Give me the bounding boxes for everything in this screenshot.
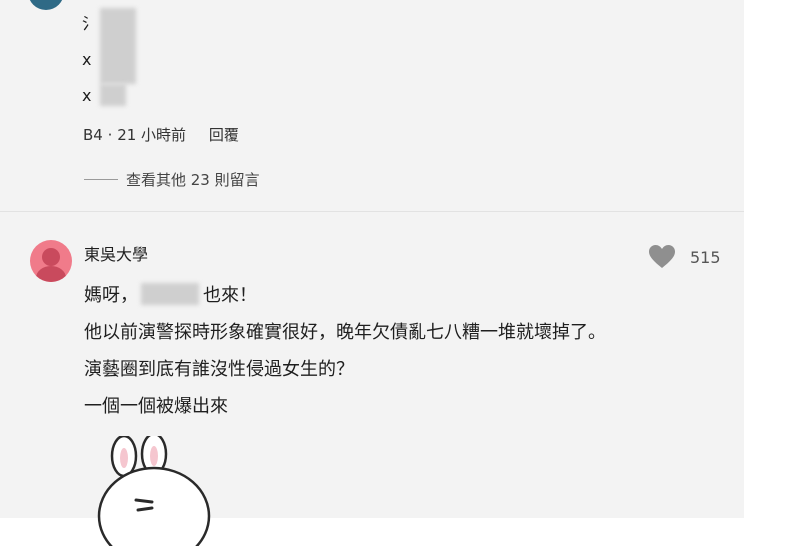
comment-line-2: 他以前演警探時形象確實很好，晚年欠債亂七八糟一堆就壞掉了。 xyxy=(84,322,606,343)
divider-dash xyxy=(84,179,118,180)
divider xyxy=(0,211,744,212)
previous-avatar xyxy=(28,0,64,10)
previous-comment-text: x xyxy=(82,50,92,69)
bunny-sticker xyxy=(97,436,211,546)
window-margin xyxy=(744,0,800,518)
previous-comment-line: 氵 xyxy=(82,10,98,34)
previous-comment-meta: B4 · 21 小時前 回覆 xyxy=(83,124,239,145)
blurred-name xyxy=(141,283,199,305)
blurred-text xyxy=(100,84,126,106)
floor-label: B4 xyxy=(83,126,103,144)
like-button[interactable]: 515 xyxy=(648,244,721,270)
view-more-replies[interactable]: 查看其他 23 則留言 xyxy=(84,169,260,190)
previous-comment-text: 氵 xyxy=(82,14,99,33)
previous-comment-text: x xyxy=(82,86,92,105)
comment-line-4: 一個一個被爆出來 xyxy=(84,396,228,417)
reply-button[interactable]: 回覆 xyxy=(209,126,239,144)
comment-text: 也來！ xyxy=(203,285,257,306)
previous-comment-line: x xyxy=(82,86,91,105)
user-avatar-icon[interactable] xyxy=(30,240,72,282)
comment-line-1: 媽呀， 也來！ xyxy=(84,281,257,307)
view-more-label[interactable]: 查看其他 23 則留言 xyxy=(126,169,260,190)
comment-line-3: 演藝圈到底有誰沒性侵過女生的？ xyxy=(84,359,354,380)
like-count: 515 xyxy=(690,247,721,267)
more-options-icon[interactable]: ᐩ xyxy=(648,0,660,6)
comments-panel: ᐩ 氵 x x B4 · 21 小時前 回覆 查看其他 23 則留言 東吳大學 … xyxy=(0,0,744,546)
heart-icon[interactable] xyxy=(648,244,676,270)
comment-author[interactable]: 東吳大學 xyxy=(84,241,148,265)
comment-text: 媽呀， xyxy=(84,285,138,306)
timestamp: 21 小時前 xyxy=(117,126,187,144)
previous-comment-line: x xyxy=(82,50,91,69)
separator: · xyxy=(107,126,113,144)
blurred-text xyxy=(100,8,136,84)
